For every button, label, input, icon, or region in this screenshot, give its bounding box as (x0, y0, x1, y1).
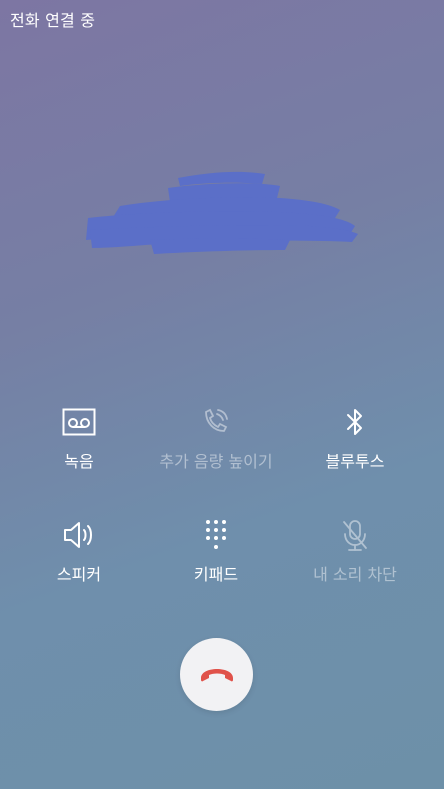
voicemail-icon (59, 402, 99, 442)
keypad-button[interactable]: 키패드 (146, 515, 286, 595)
record-button[interactable]: 녹음 (9, 402, 149, 482)
mute-label: 내 소리 차단 (313, 565, 397, 584)
bluetooth-label: 블루투스 (325, 452, 385, 471)
speaker-icon (59, 515, 99, 555)
extra-volume-label: 추가 음량 높이기 (159, 452, 273, 471)
mic-off-icon (335, 515, 375, 555)
end-call-button[interactable] (180, 638, 253, 711)
phone-volume-icon (196, 402, 236, 442)
bluetooth-button[interactable]: 블루투스 (285, 402, 425, 482)
speaker-button[interactable]: 스피커 (9, 515, 149, 595)
keypad-icon (196, 515, 236, 555)
end-call-icon (200, 668, 233, 681)
extra-volume-button[interactable]: 추가 음량 높이기 (146, 402, 286, 482)
keypad-label: 키패드 (193, 565, 239, 584)
speaker-label: 스피커 (56, 565, 102, 584)
record-label: 녹음 (64, 452, 94, 471)
mute-button[interactable]: 내 소리 차단 (285, 515, 425, 595)
bluetooth-icon (335, 402, 375, 442)
